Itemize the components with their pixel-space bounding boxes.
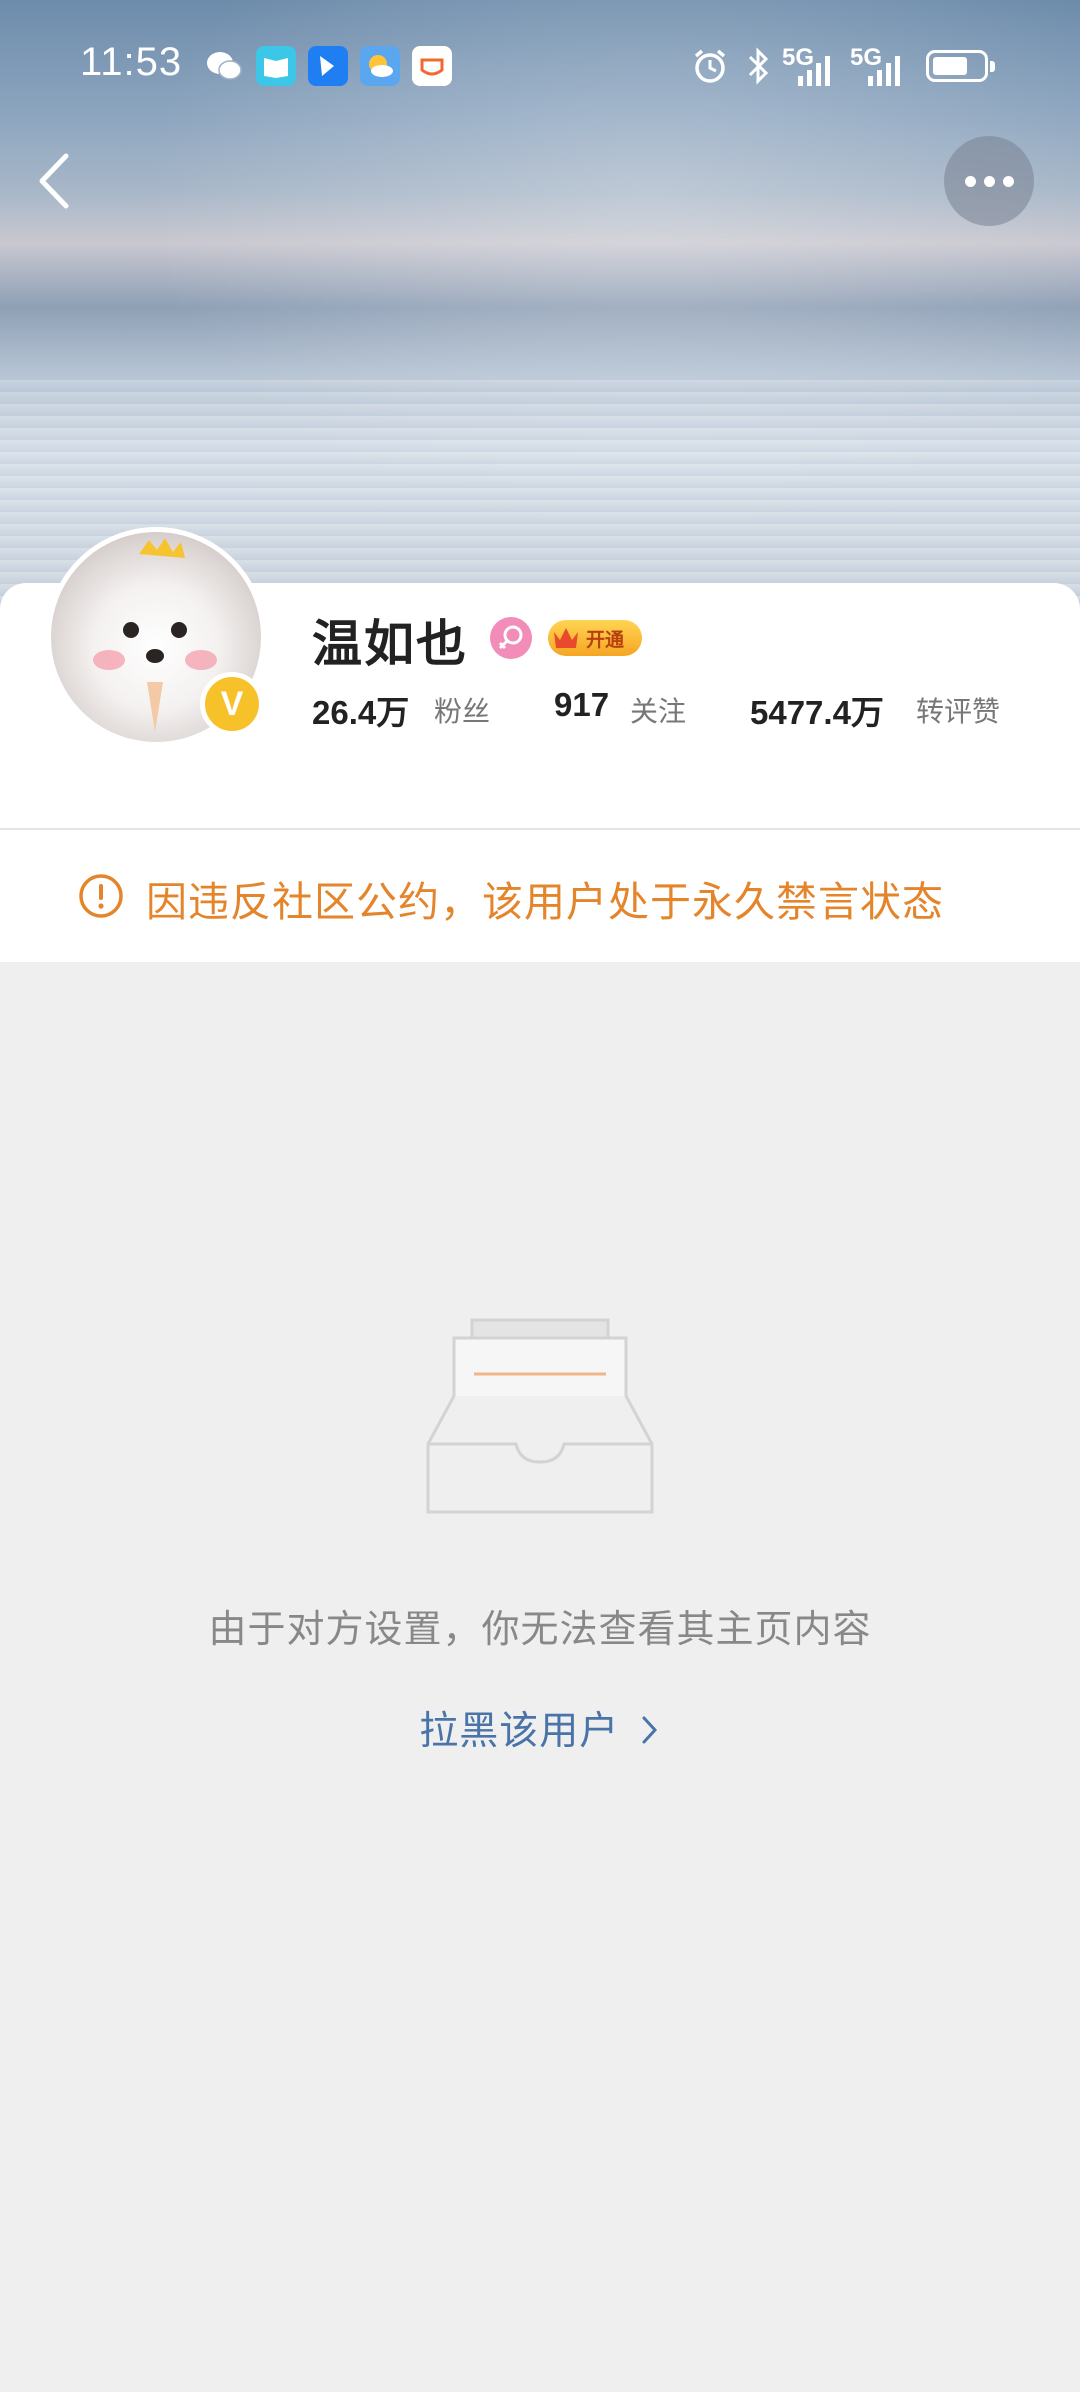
block-user-link[interactable]: 拉黑该用户 bbox=[0, 1700, 1080, 1756]
status-time: 11:53 bbox=[80, 40, 183, 84]
vip-badge[interactable]: 开通 bbox=[548, 620, 642, 656]
signal-bars-icon bbox=[798, 56, 830, 86]
ban-notice: 因违反社区公约，该用户处于永久禁言状态 bbox=[0, 830, 1080, 962]
alarm-icon bbox=[694, 49, 726, 83]
bird-app-icon bbox=[308, 46, 348, 86]
chevron-left-icon bbox=[39, 153, 69, 209]
reader-app-icon bbox=[256, 46, 296, 86]
more-dot bbox=[1002, 175, 1014, 187]
crown-icon bbox=[554, 628, 578, 648]
warning-icon bbox=[79, 874, 123, 918]
more-dot bbox=[983, 175, 995, 187]
stat-label: 转评赞 bbox=[916, 695, 1001, 728]
stat-value: 26.4万 bbox=[312, 694, 410, 731]
stat-label: 关注 bbox=[630, 695, 687, 728]
block-user-label: 拉黑该用户 bbox=[419, 1709, 620, 1754]
wechat-icon bbox=[207, 52, 242, 80]
female-icon bbox=[490, 617, 532, 659]
user-name: 温如也 bbox=[312, 615, 468, 673]
stat-value: 5477.4万 bbox=[750, 694, 884, 731]
empty-inbox-icon bbox=[426, 1318, 654, 1514]
vip-label: 开通 bbox=[586, 628, 625, 651]
profile-stats: 26.4万 粉丝 917 关注 5477.4万 转评赞 bbox=[0, 686, 1080, 736]
stat-value: 917 bbox=[554, 686, 610, 723]
status-bar: 11:53 5G 5G bbox=[0, 0, 1080, 136]
empty-state-message: 由于对方设置，你无法查看其主页内容 bbox=[208, 1607, 872, 1651]
ban-notice-text: 因违反社区公约，该用户处于永久禁言状态 bbox=[146, 878, 944, 926]
didi-app-icon bbox=[412, 46, 452, 86]
more-dot bbox=[964, 175, 976, 187]
stat-label: 粉丝 bbox=[434, 695, 491, 728]
chevron-right-icon bbox=[642, 1716, 657, 1744]
back-button[interactable] bbox=[30, 146, 86, 216]
battery-icon bbox=[926, 50, 995, 82]
more-options-button[interactable] bbox=[944, 136, 1034, 226]
signal-bars-icon-2 bbox=[868, 56, 900, 86]
weather-app-icon bbox=[360, 46, 400, 86]
bluetooth-icon bbox=[748, 47, 769, 85]
